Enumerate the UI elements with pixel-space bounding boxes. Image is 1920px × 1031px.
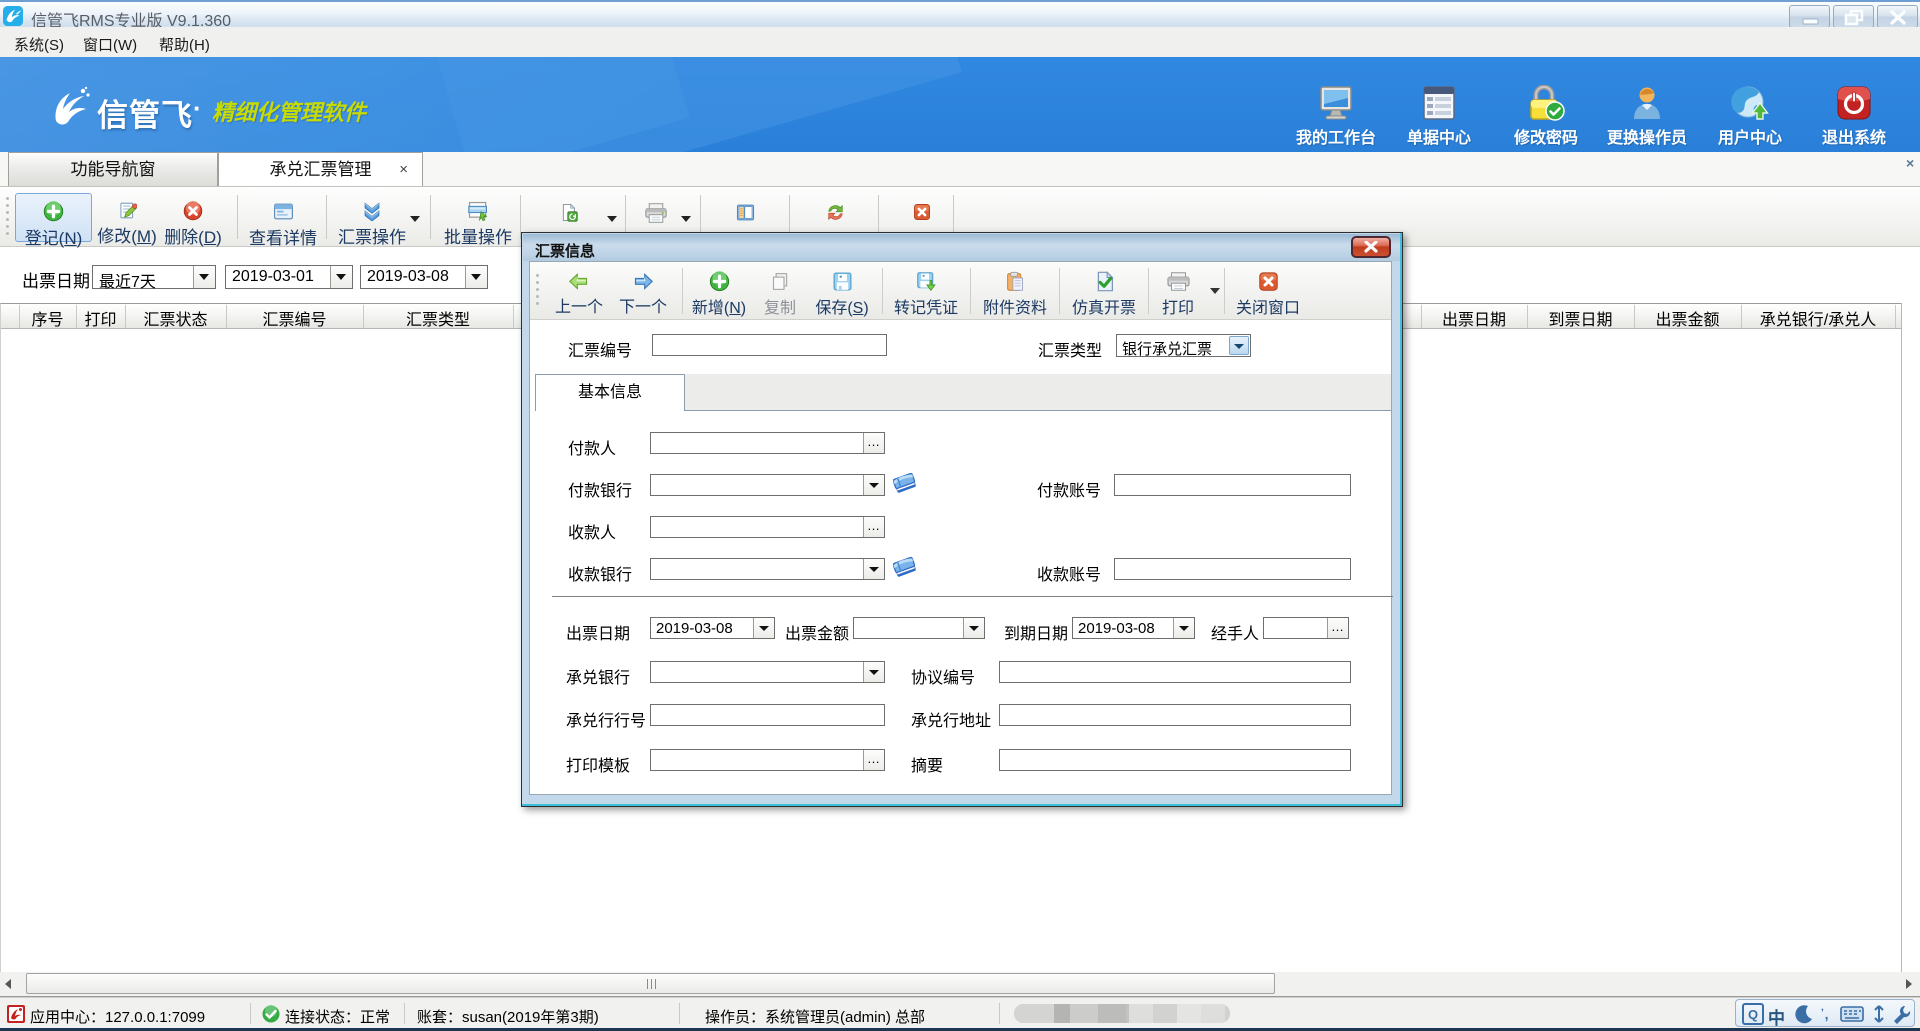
svg-text:Q: Q [1748,1007,1758,1022]
